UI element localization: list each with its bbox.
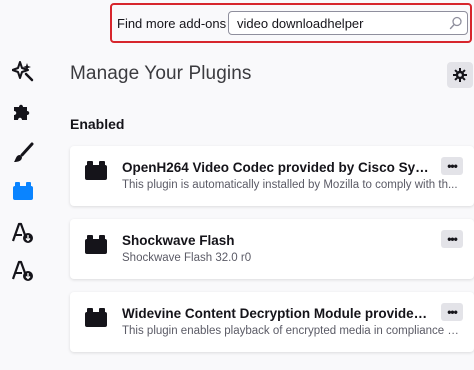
plugin-description: Shockwave Flash 32.0 r0	[122, 252, 252, 264]
plugin-card[interactable]: Widevine Content Decryption Module provi…	[70, 292, 474, 352]
plugin-description: This plugin is automatically installed b…	[122, 179, 458, 191]
dictionary-download-icon	[11, 260, 33, 281]
plugin-icon	[85, 308, 107, 327]
tools-button[interactable]	[447, 62, 473, 88]
plugin-name[interactable]: Widevine Content Decryption Module provi…	[122, 306, 432, 321]
search-label: Find more add-ons	[117, 16, 227, 31]
plugin-icon	[85, 235, 107, 254]
language-download-icon	[11, 222, 33, 243]
sidebar-item-extensions[interactable]	[8, 97, 38, 127]
plugin-card[interactable]: OpenH264 Video Codec provided by Cisco S…	[70, 146, 474, 206]
search-field[interactable]	[228, 11, 468, 35]
section-enabled-heading: Enabled	[70, 116, 125, 132]
sidebar-item-languages[interactable]	[8, 218, 38, 248]
plugin-description: This plugin enables playback of encrypte…	[122, 325, 467, 337]
paintbrush-icon	[14, 142, 34, 162]
search-icon[interactable]	[449, 16, 463, 30]
plugin-card[interactable]: Shockwave Flash Shockwave Flash 32.0 r0 …	[70, 219, 474, 279]
gear-icon	[453, 68, 467, 82]
sparkle-puzzle-icon	[12, 61, 34, 82]
sidebar-item-themes[interactable]	[8, 138, 38, 168]
page-title: Manage Your Plugins	[70, 63, 252, 84]
sidebar-item-dictionaries[interactable]	[8, 256, 38, 286]
plugin-icon	[85, 161, 107, 180]
plugin-name[interactable]: OpenH264 Video Codec provided by Cisco S…	[122, 160, 432, 175]
sidebar-item-plugins[interactable]	[8, 176, 38, 206]
more-options-button[interactable]: •••	[441, 157, 463, 175]
search-input[interactable]	[237, 12, 437, 34]
more-options-button[interactable]: •••	[441, 303, 463, 321]
plugin-block-icon	[13, 182, 33, 200]
plugin-name[interactable]: Shockwave Flash	[122, 233, 432, 248]
sidebar-item-recommendations[interactable]	[8, 56, 38, 86]
more-options-button[interactable]: •••	[441, 230, 463, 248]
puzzle-piece-icon	[14, 104, 30, 120]
